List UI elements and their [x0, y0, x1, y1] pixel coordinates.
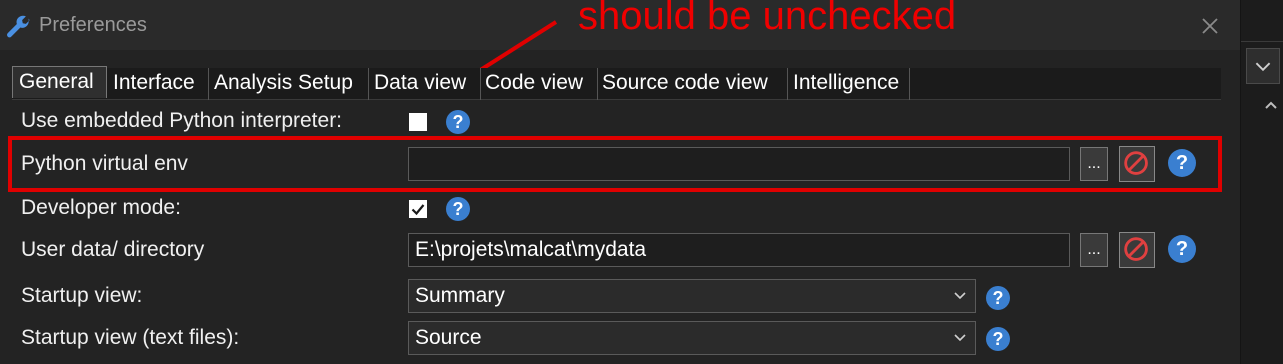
user-data-dir-clear-button[interactable] — [1119, 232, 1155, 268]
help-icon[interactable]: ? — [446, 110, 470, 134]
startup-view-value: Summary — [415, 284, 505, 307]
wrench-icon — [7, 15, 30, 38]
startup-view-label: Startup view: — [21, 284, 143, 307]
chevron-down-icon — [1255, 62, 1271, 72]
developer-mode-checkbox[interactable] — [409, 200, 427, 218]
embedded-python-checkbox[interactable] — [409, 113, 427, 131]
highlight-box — [8, 136, 1222, 192]
annotation-text: should be unchecked — [578, 0, 957, 38]
tab-code-view[interactable]: Code view — [482, 68, 598, 100]
user-data-dir-input[interactable] — [408, 233, 1070, 267]
help-icon[interactable]: ? — [986, 327, 1010, 351]
side-panel-divider — [1241, 41, 1283, 42]
tab-data-view[interactable]: Data view — [371, 68, 481, 100]
tab-intelligence[interactable]: Intelligence — [790, 68, 910, 100]
checkmark-icon — [411, 204, 425, 216]
prohibited-icon — [1124, 237, 1148, 261]
startup-view-text-select[interactable]: Source — [408, 321, 976, 355]
embedded-python-label: Use embedded Python interpreter: — [21, 109, 343, 132]
tab-general[interactable]: General — [12, 66, 107, 98]
developer-mode-label: Developer mode: — [21, 196, 181, 219]
chevron-down-icon — [954, 292, 966, 300]
tab-source-code-view[interactable]: Source code view — [599, 68, 788, 100]
tab-interface[interactable]: Interface — [110, 68, 209, 100]
chevron-up-icon[interactable] — [1262, 96, 1280, 114]
help-icon[interactable]: ? — [446, 197, 470, 221]
window-title: Preferences — [39, 14, 147, 36]
chevron-down-icon — [954, 334, 966, 342]
tab-analysis-setup[interactable]: Analysis Setup — [211, 68, 369, 100]
startup-view-select[interactable]: Summary — [408, 279, 976, 313]
user-data-dir-label: User data/ directory — [21, 238, 205, 261]
startup-view-text-label: Startup view (text files): — [21, 326, 240, 349]
close-icon[interactable] — [1196, 12, 1224, 40]
user-data-dir-browse-button[interactable]: ... — [1080, 233, 1108, 267]
help-icon[interactable]: ? — [986, 286, 1010, 310]
side-dropdown[interactable] — [1246, 48, 1280, 84]
startup-view-text-value: Source — [415, 326, 482, 349]
help-icon[interactable]: ? — [1168, 235, 1196, 263]
